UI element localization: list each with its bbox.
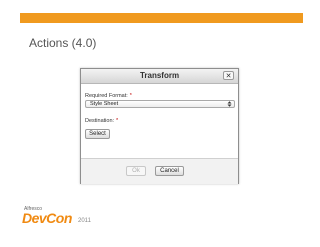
cancel-button[interactable]: Cancel	[155, 166, 184, 176]
dialog-title: Transform	[139, 71, 180, 80]
close-button[interactable]: ✕	[223, 71, 234, 80]
top-accent-bar	[20, 13, 303, 23]
destination-text: Destination:	[85, 118, 115, 124]
dialog-header: Transform ✕	[81, 69, 238, 84]
select-destination-button[interactable]: Select	[85, 129, 110, 139]
updown-arrows-icon	[227, 101, 232, 107]
required-format-star: *	[129, 93, 132, 99]
transform-dialog: Transform ✕ Required Format: * Style Shee…	[80, 68, 239, 184]
destination-label: Destination: *	[85, 118, 118, 124]
logo-main-text: DevCon	[22, 210, 72, 226]
format-select-value: Style Sheet	[90, 101, 119, 107]
slide-title: Actions (4.0)	[29, 36, 97, 50]
required-format-label: Required Format: *	[85, 93, 132, 99]
destination-star: *	[116, 118, 119, 124]
close-icon: ✕	[225, 73, 232, 80]
dialog-footer: Ok Cancel	[81, 158, 238, 184]
required-format-text: Required Format:	[85, 93, 128, 99]
logo-year-text: 2011	[78, 218, 91, 224]
ok-button[interactable]: Ok	[126, 166, 146, 176]
format-select[interactable]: Style Sheet	[85, 100, 235, 108]
devcon-logo: Alfresco DevCon 2011	[22, 206, 102, 236]
